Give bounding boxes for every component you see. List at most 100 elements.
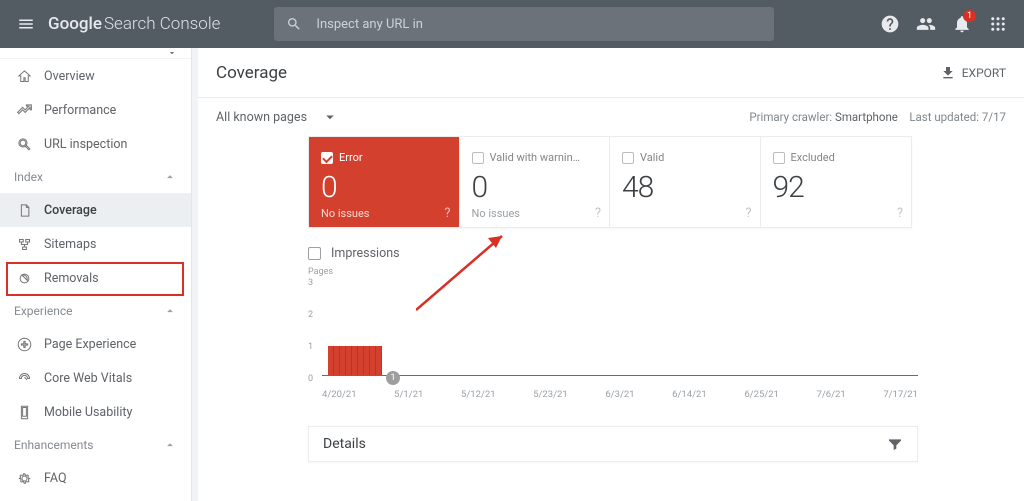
sidebar-item-label: Removals xyxy=(44,271,99,286)
chart-xtick: 5/1/21 xyxy=(394,389,423,400)
sidebar-item-label: Coverage xyxy=(44,203,97,218)
sidebar-item-label: Core Web Vitals xyxy=(44,371,132,386)
crawler-info: Primary crawler: Smartphone Last updated… xyxy=(749,110,1006,124)
doc-icon xyxy=(14,203,34,218)
sidebar-section-enhancements[interactable]: Enhancements xyxy=(0,429,191,461)
chart-xtick: 7/6/21 xyxy=(817,389,846,400)
hamburger-icon xyxy=(17,15,35,33)
help-icon[interactable]: ? xyxy=(595,206,601,221)
checkbox-icon xyxy=(622,152,634,164)
impressions-toggle[interactable]: Impressions xyxy=(308,246,1024,261)
card-label: Valid with warnin… xyxy=(490,151,581,164)
remove-icon xyxy=(14,271,34,286)
apps-icon xyxy=(989,15,1007,33)
help-icon[interactable]: ? xyxy=(745,206,751,221)
notifications-button[interactable]: 1 xyxy=(944,6,980,42)
status-card-valid[interactable]: Valid with warnin… 0 No issues ? xyxy=(460,137,611,227)
sidebar-item-how-to[interactable]: How to xyxy=(0,495,191,501)
sidebar-item-label: Overview xyxy=(44,69,95,84)
chart-xtick: 4/20/21 xyxy=(322,389,357,400)
filter-icon xyxy=(887,436,903,452)
chart-xtick: 6/3/21 xyxy=(605,389,634,400)
chart-xtick: 5/23/21 xyxy=(533,389,568,400)
search-icon xyxy=(286,16,302,32)
sidebar-section-index[interactable]: Index xyxy=(0,161,191,193)
card-subtext: No issues xyxy=(472,207,598,220)
sidebar-section-experience[interactable]: Experience xyxy=(0,295,191,327)
brand-google: Google xyxy=(48,14,102,34)
status-card-error[interactable]: Error 0 No issues ? xyxy=(309,137,460,227)
coverage-chart: Pages 0 1 2 3 1 4/20/21 5/1/21 5/12/21 5/23/21 6… xyxy=(308,267,918,400)
sidebar-item-core-web-vitals[interactable]: Core Web Vitals xyxy=(0,361,191,395)
card-value: 0 xyxy=(472,170,598,205)
status-card-valid[interactable]: Valid 48 ? xyxy=(610,137,761,227)
checkbox-icon xyxy=(472,152,484,164)
sidebar-item-overview[interactable]: Overview xyxy=(0,59,191,93)
sidebar-item-label: Mobile Usability xyxy=(44,405,132,420)
brand-search-console: Search Console xyxy=(104,14,220,34)
caret-down-icon xyxy=(167,48,177,58)
card-subtext: No issues xyxy=(321,207,447,220)
page-filter[interactable]: All known pages xyxy=(216,108,339,126)
details-panel-header[interactable]: Details xyxy=(308,426,918,462)
caret-down-icon xyxy=(321,108,339,126)
help-button[interactable] xyxy=(872,6,908,42)
chart-xtick: 5/12/21 xyxy=(461,389,496,400)
trend-icon xyxy=(14,103,34,118)
page-title: Coverage xyxy=(216,63,287,83)
chart-bars xyxy=(328,287,436,375)
sidebar-item-url-inspection[interactable]: URL inspection xyxy=(0,127,191,161)
card-label: Valid xyxy=(640,151,664,164)
search-placeholder: Inspect any URL in xyxy=(316,17,423,32)
chart-ytick: 3 xyxy=(308,278,313,288)
menu-button[interactable] xyxy=(8,6,44,42)
url-inspect-search[interactable]: Inspect any URL in xyxy=(274,7,774,41)
chevron-up-icon xyxy=(163,170,177,184)
help-icon[interactable]: ? xyxy=(897,206,903,221)
users-button[interactable] xyxy=(908,6,944,42)
property-selector[interactable] xyxy=(0,48,191,59)
plus-icon xyxy=(14,337,34,352)
help-icon xyxy=(880,14,900,34)
chart-ylabel: Pages xyxy=(308,267,918,277)
chart-ytick: 1 xyxy=(308,342,313,352)
details-title: Details xyxy=(323,436,366,452)
card-label: Error xyxy=(339,151,363,164)
notification-badge: 1 xyxy=(963,10,976,22)
checkbox-icon xyxy=(773,152,785,164)
chart-baseline xyxy=(322,375,918,376)
sidebar: Overview Performance URL inspection Inde… xyxy=(0,48,192,501)
sitemap-icon xyxy=(14,237,34,252)
sidebar-item-coverage[interactable]: Coverage xyxy=(0,193,191,227)
help-icon[interactable]: ? xyxy=(444,206,450,221)
home-icon xyxy=(14,69,34,84)
chart-xtick: 6/14/21 xyxy=(672,389,707,400)
status-card-excluded[interactable]: Excluded 92 ? xyxy=(761,137,912,227)
export-label: EXPORT xyxy=(962,66,1006,80)
sidebar-item-page-experience[interactable]: Page Experience xyxy=(0,327,191,361)
card-label: Excluded xyxy=(791,151,835,164)
chart-ytick: 0 xyxy=(308,374,313,384)
impressions-label: Impressions xyxy=(331,246,400,261)
chart-xtick: 6/25/21 xyxy=(744,389,779,400)
sidebar-item-faq[interactable]: FAQ xyxy=(0,461,191,495)
card-value: 92 xyxy=(773,170,900,205)
sidebar-item-sitemaps[interactable]: Sitemaps xyxy=(0,227,191,261)
apps-button[interactable] xyxy=(980,6,1016,42)
magnify-icon xyxy=(14,137,34,152)
checkbox-icon xyxy=(321,152,333,164)
chart-marker[interactable]: 1 xyxy=(386,371,400,385)
sidebar-item-removals[interactable]: Removals xyxy=(0,261,191,295)
chevron-up-icon xyxy=(163,304,177,318)
sidebar-item-mobile-usability[interactable]: Mobile Usability xyxy=(0,395,191,429)
users-icon xyxy=(916,14,936,34)
brand: Google Search Console xyxy=(48,14,220,34)
download-icon xyxy=(940,65,956,81)
sidebar-item-label: Sitemaps xyxy=(44,237,96,252)
chart-ytick: 2 xyxy=(308,310,313,320)
sidebar-item-label: FAQ xyxy=(44,471,67,486)
sidebar-item-performance[interactable]: Performance xyxy=(0,93,191,127)
export-button[interactable]: EXPORT xyxy=(940,65,1006,81)
card-value: 48 xyxy=(622,170,748,205)
checkbox-icon xyxy=(308,247,321,260)
